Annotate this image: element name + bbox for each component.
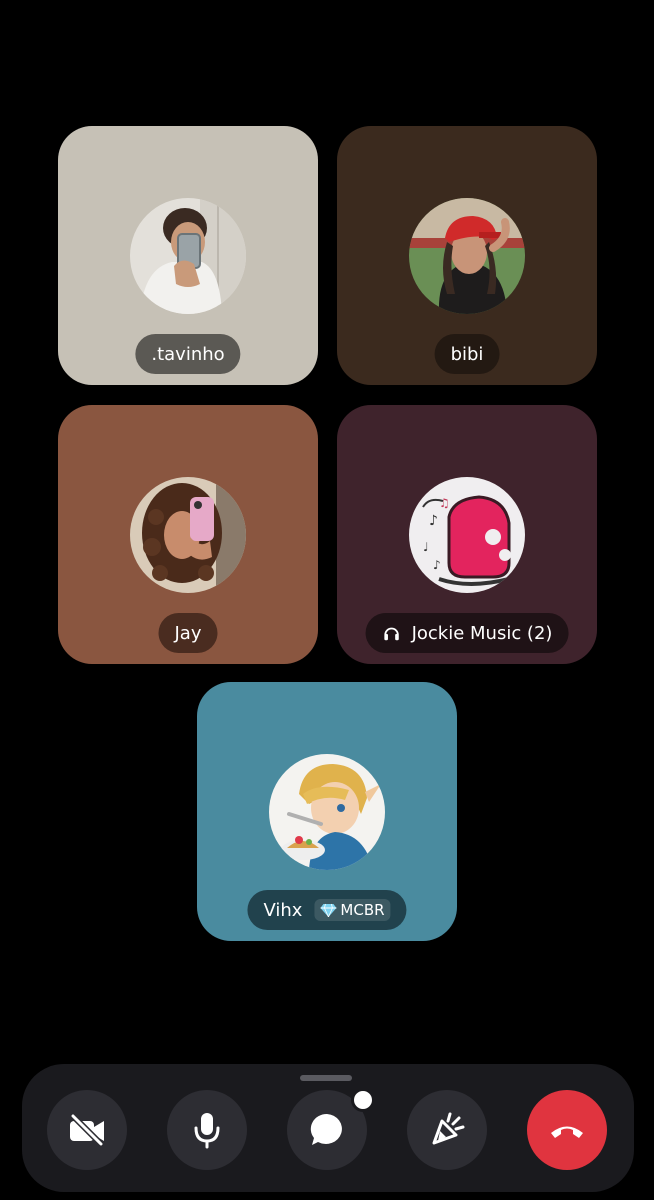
- avatar: [269, 754, 385, 870]
- participant-name: Jay: [174, 622, 202, 644]
- participant-name: Vihx: [263, 899, 303, 921]
- svg-text:♫: ♫: [439, 496, 450, 510]
- activity-rocket-icon: [428, 1111, 466, 1149]
- hang-up-icon: [547, 1120, 587, 1140]
- microphone-button[interactable]: [167, 1090, 247, 1170]
- participant-tile-jockie-music[interactable]: ♪ ♫ ♩ ♪ Jockie Music (2): [337, 405, 597, 664]
- unread-indicator: [351, 1088, 375, 1112]
- svg-text:♪: ♪: [433, 558, 441, 572]
- participant-nameplate: Vihx MCBR: [247, 890, 407, 930]
- participant-tile-jay[interactable]: Jay: [58, 405, 318, 664]
- end-call-button[interactable]: [527, 1090, 607, 1170]
- voice-call-screen: .tavinho bibi Jay ♪ ♫ ♩ ♪ Jockie Music (…: [0, 0, 654, 1200]
- participant-nameplate: Jay: [158, 613, 218, 653]
- drawer-handle[interactable]: [300, 1075, 352, 1081]
- avatar: [130, 477, 246, 593]
- microphone-icon: [192, 1111, 222, 1149]
- avatar: [130, 198, 246, 314]
- svg-text:♩: ♩: [423, 540, 429, 554]
- participant-nameplate: bibi: [434, 334, 500, 374]
- chat-bubble-icon: [308, 1111, 346, 1149]
- participant-tile-bibi[interactable]: bibi: [337, 126, 597, 385]
- avatar: [409, 198, 525, 314]
- server-tag: MCBR: [314, 899, 391, 921]
- participant-name: bibi: [450, 343, 484, 365]
- participant-name: .tavinho: [151, 343, 225, 365]
- chat-button[interactable]: [287, 1088, 375, 1170]
- camera-off-icon: [67, 1112, 107, 1148]
- avatar: ♪ ♫ ♩ ♪: [409, 477, 525, 593]
- server-tag-label: MCBR: [340, 901, 385, 919]
- headphones-icon: [382, 623, 402, 643]
- participant-tile-vihx[interactable]: Vihx MCBR: [197, 682, 457, 941]
- camera-toggle-button[interactable]: [47, 1090, 127, 1170]
- participant-name: Jockie Music (2): [411, 622, 553, 644]
- participant-nameplate: .tavinho: [135, 334, 241, 374]
- activities-button[interactable]: [407, 1090, 487, 1170]
- participant-tile-tavinho[interactable]: .tavinho: [58, 126, 318, 385]
- diamond-icon: [320, 903, 337, 917]
- call-controls-bar: [22, 1064, 634, 1192]
- participant-nameplate: Jockie Music (2): [365, 613, 569, 653]
- svg-text:♪: ♪: [429, 513, 438, 529]
